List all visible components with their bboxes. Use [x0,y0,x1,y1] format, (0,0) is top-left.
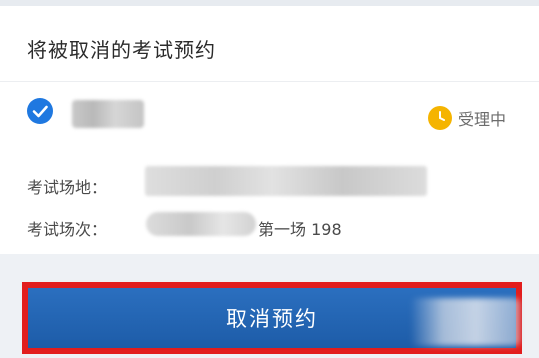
clock-icon [428,106,452,130]
session-value: 第一场 198 [258,220,342,239]
blurred-venue-value [145,166,427,196]
status-badge: 受理中 [458,110,507,129]
blurred-session-date [146,212,256,236]
cancel-booking-screen: 将被取消的考试预约 受理中 考试场地： 考试场次： 第一场 198 取消预约 [0,0,539,358]
blurred-candidate-name [72,100,144,128]
divider [0,81,539,82]
section-title: 将被取消的考试预约 [27,38,216,62]
venue-label: 考试场地： [27,178,108,197]
blurred-watermark [410,298,520,346]
session-label: 考试场次： [27,220,108,239]
check-circle-icon[interactable] [27,98,53,124]
booking-card: 将被取消的考试预约 受理中 考试场地： 考试场次： 第一场 198 [0,6,539,254]
